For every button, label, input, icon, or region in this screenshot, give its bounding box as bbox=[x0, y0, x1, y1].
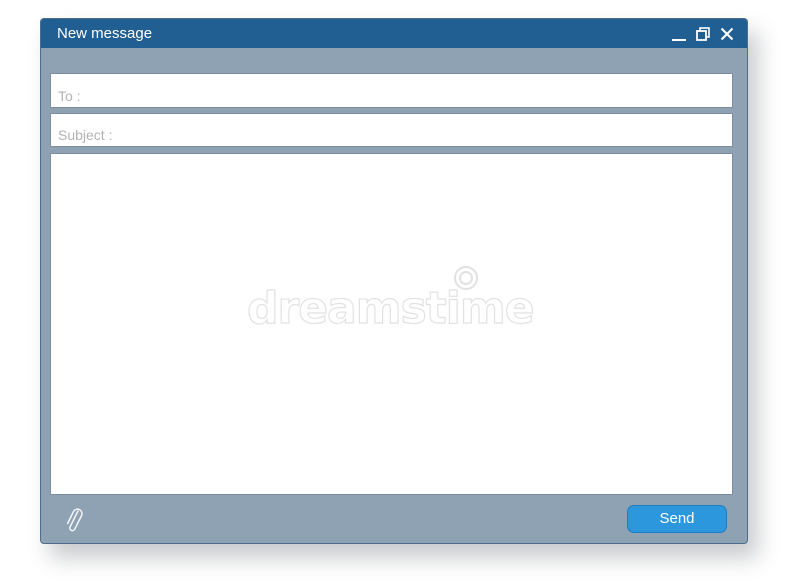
to-field bbox=[50, 73, 733, 108]
minimize-icon[interactable] bbox=[671, 25, 687, 43]
compose-window: New message To: Subject: dreamstime Se… bbox=[40, 18, 748, 544]
message-body: dreamstime bbox=[50, 153, 733, 495]
send-button[interactable]: Send bbox=[627, 505, 727, 533]
window-title: New message bbox=[57, 25, 153, 42]
title-bar[interactable]: New message bbox=[41, 19, 747, 48]
page: New message To: Subject: dreamstime Se… bbox=[0, 0, 800, 587]
message-body-input[interactable] bbox=[51, 154, 732, 494]
subject-input[interactable] bbox=[51, 114, 732, 146]
window-controls bbox=[671, 24, 735, 44]
paperclip-icon[interactable] bbox=[65, 507, 85, 535]
close-icon[interactable] bbox=[719, 25, 735, 43]
restore-icon[interactable] bbox=[695, 25, 711, 43]
to-input[interactable] bbox=[51, 74, 732, 107]
subject-field bbox=[50, 113, 733, 147]
